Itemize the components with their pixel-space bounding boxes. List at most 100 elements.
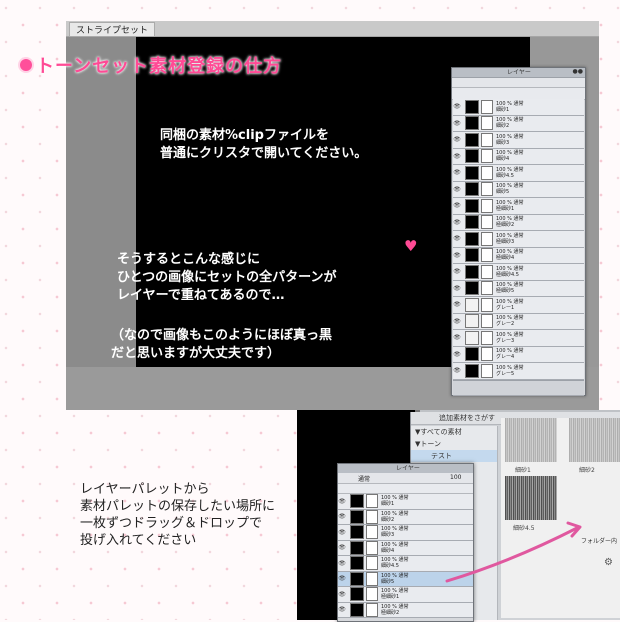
layer-palette-titlebar: レイヤー [338,464,473,473]
eye-icon[interactable]: 👁 [453,367,461,374]
layer-row[interactable]: 👁 100 % 通常 極細砂2 [338,602,473,618]
blend-mode-bar[interactable]: 通常 100 [338,473,473,484]
eye-icon[interactable]: 👁 [338,513,346,520]
layer-mask-thumbnail [481,363,493,378]
layer-row[interactable]: 👁 100 % 通常 極細砂5 [453,280,584,297]
eye-icon[interactable]: 👁 [453,285,461,292]
opacity-value[interactable]: 100 [450,474,461,481]
layer-thumbnail [465,198,479,213]
layer-name: 細砂5 [496,189,510,196]
layer-list: 👁 100 % 通常 細砂1 👁 100 % 通常 細砂2 👁 100 % 通常 細砂3 👁 100… [338,494,473,618]
text-line: 素材パレットの保存したい場所に [80,499,276,514]
layer-row[interactable]: 👁 100 % 通常 細砂4 [338,540,473,556]
document-tab[interactable]: ストライプセット [69,22,156,37]
layer-row[interactable]: 👁 100 % 通常 細砂5 [453,181,584,198]
layer-mode: 100 % 通常 [496,199,524,206]
eye-icon[interactable]: 👁 [453,235,461,242]
eye-icon[interactable]: 👁 [453,136,461,143]
eye-icon[interactable]: 👁 [338,529,346,536]
layer-row[interactable]: 👁 100 % 通常 細砂4.5 [338,556,473,572]
layer-row[interactable]: 👁 100 % 通常 極細砂1 [453,198,584,215]
eye-icon[interactable]: 👁 [338,606,346,613]
layer-mode: 100 % 通常 [496,100,524,107]
layer-row[interactable]: 👁 100 % 通常 細砂4 [453,148,584,165]
layer-row[interactable]: 👁 100 % 通常 細砂1 [338,494,473,510]
layer-label: 100 % 通常 極細砂4 [496,249,523,261]
eye-icon[interactable]: 👁 [453,252,461,259]
layer-label: 100 % 通常 細砂4.5 [381,557,408,569]
layer-name: グレー4 [496,354,515,361]
eye-icon[interactable]: 👁 [453,153,461,160]
layer-thumbnail [465,182,479,197]
layer-row[interactable]: 👁 100 % 通常 グレー5 [453,363,584,380]
eye-icon[interactable]: 👁 [453,120,461,127]
eye-icon[interactable]: 👁 [338,560,346,567]
layer-row[interactable]: 👁 100 % 通常 細砂1 [453,99,584,116]
layer-row[interactable]: 👁 100 % 通常 細砂4.5 [453,165,584,182]
layer-row[interactable]: 👁 100 % 通常 細砂5 [338,571,473,587]
layer-mode: 100 % 通常 [496,331,524,338]
eye-icon[interactable]: 👁 [338,498,346,505]
layer-row[interactable]: 👁 100 % 通常 細砂3 [453,132,584,149]
material-thumbnail[interactable] [569,418,620,462]
layer-row[interactable]: 👁 100 % 通常 極細砂3 [453,231,584,248]
text-line: 一枚ずつドラッグ＆ドロップで [80,516,263,531]
layer-label: 100 % 通常 細砂3 [496,134,523,146]
text-line: ひとつの画像にセットの全パターンが [117,270,337,285]
eye-icon[interactable]: 👁 [338,544,346,551]
eye-icon[interactable]: 👁 [453,169,461,176]
layer-thumbnail [350,509,364,524]
eye-icon[interactable]: 👁 [453,268,461,275]
layer-thumbnail [350,494,364,509]
layer-row[interactable]: 👁 100 % 通常 細砂3 [338,525,473,541]
material-thumbnail[interactable] [505,476,557,520]
layer-name: 極細砂1 [381,594,400,601]
eye-icon[interactable]: 👁 [453,202,461,209]
layer-options-bar[interactable] [452,78,585,88]
eye-icon[interactable]: 👁 [453,318,461,325]
text-line: レイヤーパレットから [80,482,210,497]
layer-row[interactable]: 👁 100 % 通常 グレー4 [453,346,584,363]
eye-icon[interactable]: 👁 [453,334,461,341]
layer-thumbnail [350,525,364,540]
eye-icon[interactable]: 👁 [453,219,461,226]
layer-thumbnail [465,231,479,246]
eye-icon[interactable]: 👁 [453,301,461,308]
layer-tools-bar[interactable] [338,484,473,494]
gear-icon[interactable]: ⚙ [604,557,613,568]
layer-thumbnail [465,99,479,114]
layer-row[interactable]: 👁 100 % 通常 極細砂1 [338,587,473,603]
layer-name: 細砂2 [381,516,395,523]
layer-row[interactable]: 👁 100 % 通常 極細砂4 [453,247,584,264]
layer-label: 100 % 通常 極細砂4.5 [496,266,523,278]
layer-palette-2: レイヤー 通常 100 👁 100 % 通常 細砂1 👁 100 % 通常 細砂2 👁 100… [337,463,474,622]
tree-item-tone[interactable]: ▼トーン [411,438,497,450]
layer-row[interactable]: 👁 100 % 通常 細砂2 [453,115,584,132]
layer-label: 100 % 通常 細砂4 [381,542,408,554]
eye-icon[interactable]: 👁 [453,103,461,110]
layer-thumbnail [350,571,364,586]
layer-mask-thumbnail [481,314,493,329]
layer-row[interactable]: 👁 100 % 通常 極細砂2 [453,214,584,231]
layer-row[interactable]: 👁 100 % 通常 細砂2 [338,509,473,525]
layer-mask-thumbnail [366,509,378,524]
material-thumbnail[interactable] [505,418,557,462]
blend-mode-select[interactable]: 通常 [358,474,370,483]
layer-label: 100 % 通常 グレー1 [496,299,523,311]
layer-row[interactable]: 👁 100 % 通常 極細砂4.5 [453,264,584,281]
palette-close-icon[interactable]: ●● [573,69,583,75]
tree-item-all-materials[interactable]: ▼すべての素材 [411,426,497,438]
layer-mask-thumbnail [481,347,493,362]
eye-icon[interactable]: 👁 [338,591,346,598]
layer-name: 極細砂5 [496,288,515,295]
eye-icon[interactable]: 👁 [338,575,346,582]
layer-row[interactable]: 👁 100 % 通常 グレー1 [453,297,584,314]
layer-name: 極細砂3 [496,238,515,245]
layer-row[interactable]: 👁 100 % 通常 グレー3 [453,330,584,347]
eye-icon[interactable]: 👁 [453,186,461,193]
layer-label: 100 % 通常 グレー2 [496,315,523,327]
layer-row[interactable]: 👁 100 % 通常 グレー2 [453,313,584,330]
layer-mask-thumbnail [366,571,378,586]
tree-item-test[interactable]: テスト [411,450,497,462]
eye-icon[interactable]: 👁 [453,351,461,358]
